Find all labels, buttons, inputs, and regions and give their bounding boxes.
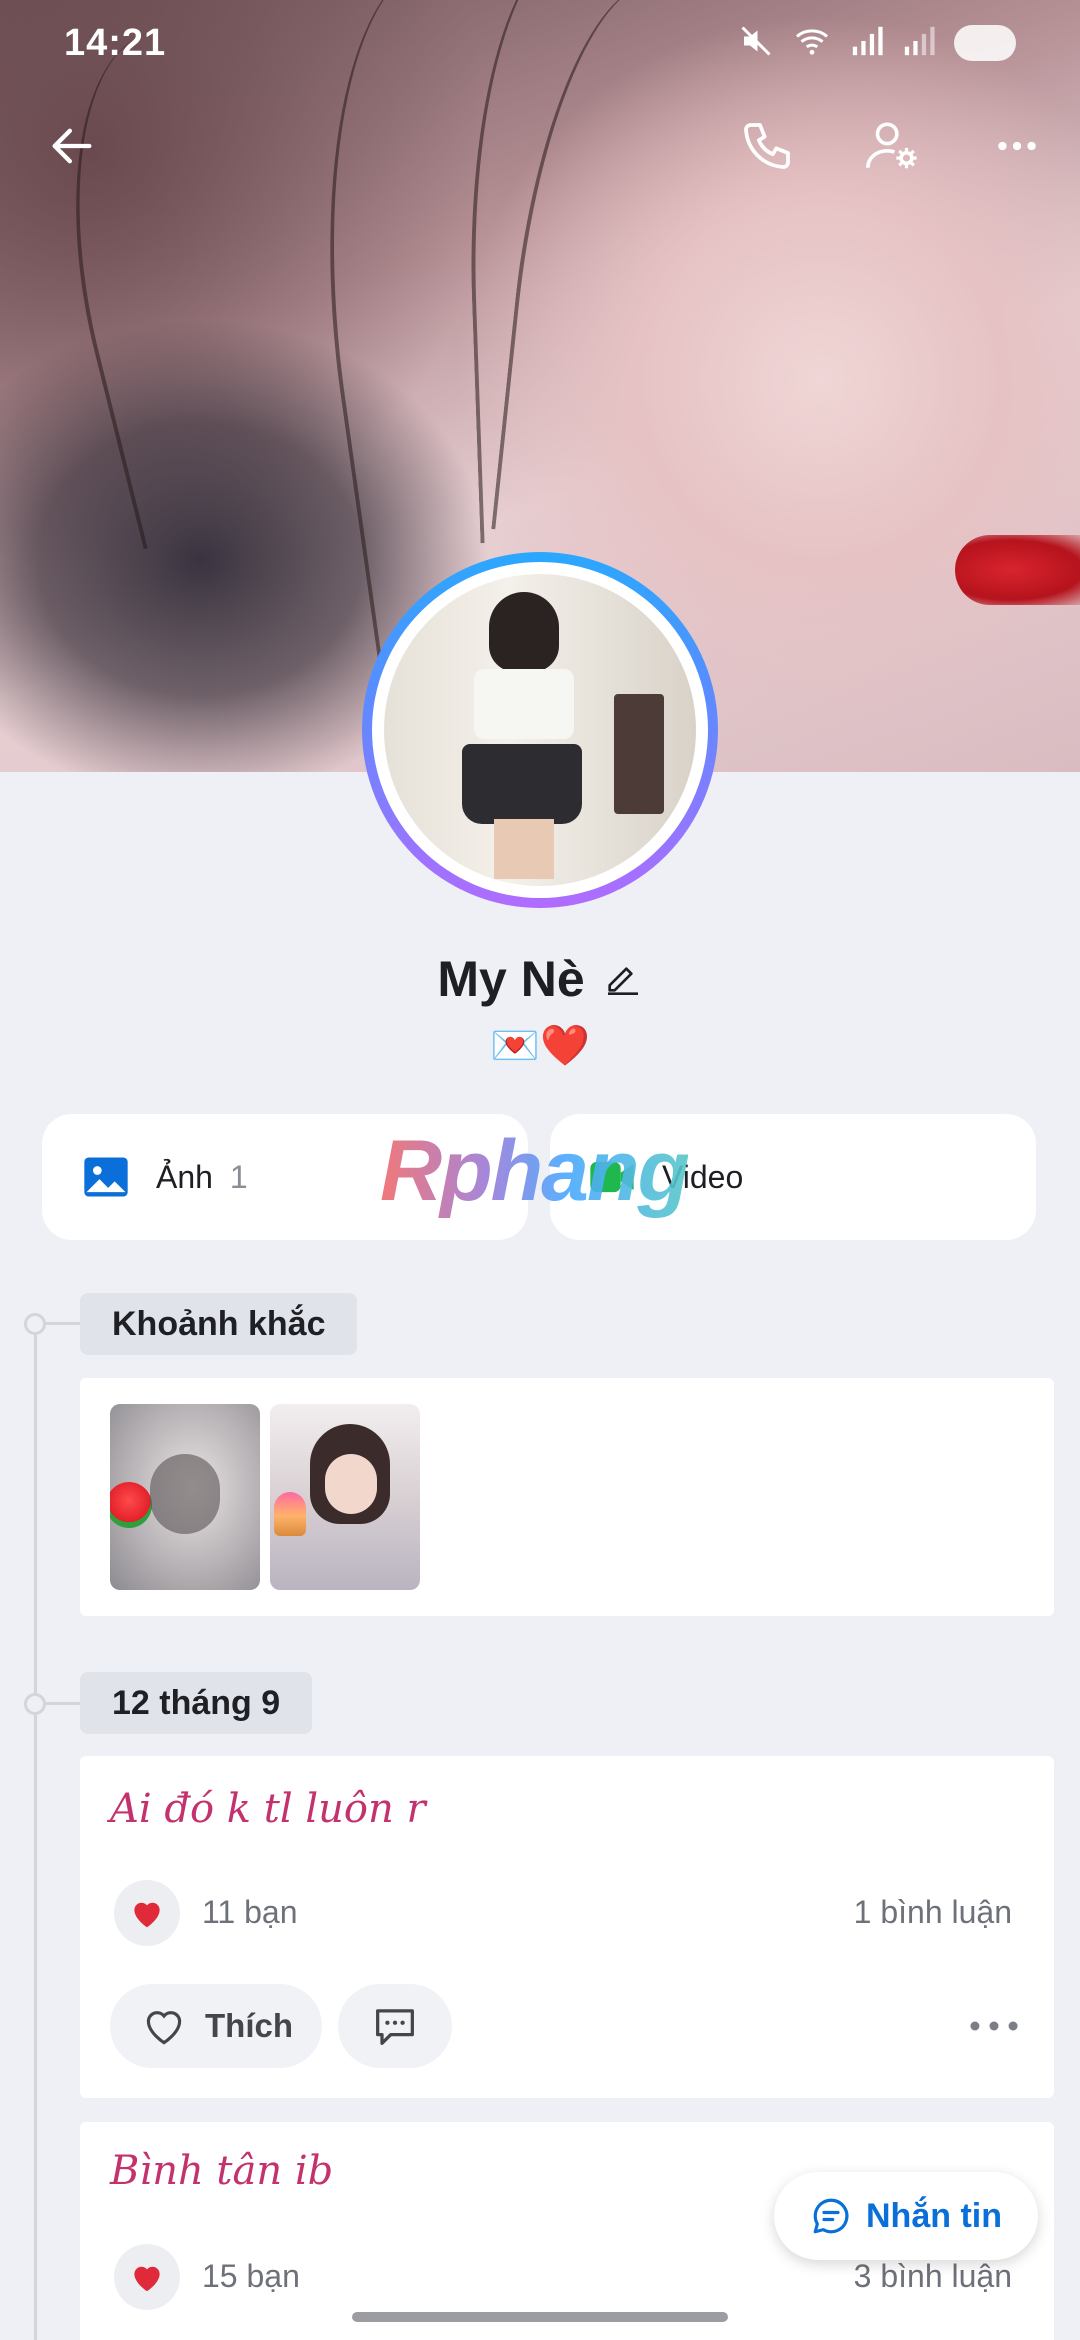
comment-icon — [376, 2009, 414, 2045]
more-options-button[interactable] — [981, 110, 1053, 182]
avatar[interactable] — [362, 552, 718, 908]
likes-count[interactable]: 11 bạn — [202, 1894, 298, 1931]
reaction-heart[interactable] — [114, 2244, 180, 2310]
status-bar: 14:21 — [0, 0, 1080, 86]
call-button[interactable] — [731, 110, 803, 182]
mute-icon — [738, 23, 774, 64]
reaction-heart[interactable] — [114, 1880, 180, 1946]
moment-thumbnail[interactable] — [110, 1404, 260, 1590]
user-settings-icon — [866, 122, 917, 169]
comments-count[interactable]: 3 bình luận — [854, 2258, 1012, 2295]
like-button[interactable]: Thích — [110, 1984, 322, 2068]
profile-name: My Nè — [437, 951, 585, 1007]
signal-2-icon — [902, 24, 936, 63]
heart-outline-icon — [146, 2011, 182, 2045]
avatar-photo — [384, 574, 696, 886]
post-text: Bình tân ib — [110, 2148, 334, 2194]
back-arrow-icon — [52, 128, 92, 164]
timeline-line — [34, 1322, 37, 2340]
chat-bubble-icon — [813, 2198, 849, 2234]
photos-count: 1 — [229, 1158, 248, 1195]
photos-label: Ảnh — [156, 1158, 213, 1195]
more-horizontal-icon — [970, 2021, 1018, 2031]
back-button[interactable] — [36, 110, 108, 182]
battery-icon — [954, 25, 1016, 61]
timeline-dot — [24, 1693, 46, 1715]
edit-name-button[interactable] — [603, 957, 643, 1002]
profile-settings-button[interactable] — [856, 110, 928, 182]
heart-filled-icon — [134, 1902, 160, 1928]
post-date-chip: 12 tháng 9 — [80, 1672, 313, 1734]
watermark: Rphang — [380, 1123, 690, 1219]
moments-header: Khoảnh khắc — [80, 1293, 358, 1355]
comment-button[interactable] — [338, 1984, 452, 2068]
status-time: 14:21 — [64, 21, 167, 64]
timeline-dot — [24, 1313, 46, 1335]
message-button-label: Nhắn tin — [866, 2196, 1002, 2235]
moment-thumbnail[interactable] — [270, 1404, 420, 1590]
timeline-connector — [46, 1702, 80, 1705]
post-card[interactable]: Ai đó k tl luôn r 11 bạn 1 bình luận Thí… — [80, 1756, 1054, 2098]
post-options-button[interactable] — [968, 2008, 1020, 2049]
image-icon — [84, 1157, 128, 1197]
timeline-connector — [46, 1322, 80, 1325]
profile-name-row: My Nè — [0, 950, 1080, 1008]
likes-count[interactable]: 15 bạn — [202, 2258, 300, 2295]
phone-icon — [744, 123, 790, 169]
wifi-icon — [792, 23, 832, 64]
like-label: Thích — [205, 2007, 293, 2044]
comments-count[interactable]: 1 bình luận — [854, 1894, 1012, 1931]
profile-bio: 💌❤️ — [490, 1024, 590, 1068]
pencil-icon — [607, 966, 638, 995]
post-text: Ai đó k tl luôn r — [110, 1786, 426, 1832]
signal-icon — [850, 24, 884, 63]
moments-card — [80, 1378, 1054, 1616]
home-indicator[interactable] — [352, 2312, 728, 2322]
message-button[interactable]: Nhắn tin — [774, 2172, 1038, 2260]
heart-filled-icon — [134, 2266, 160, 2292]
more-horizontal-icon — [998, 141, 1036, 151]
